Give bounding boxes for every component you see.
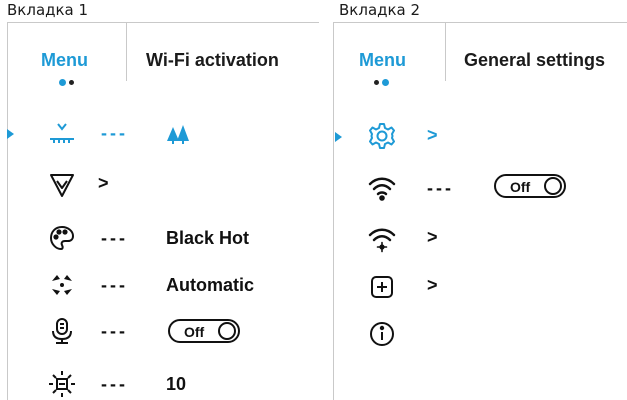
wifi-icon — [368, 174, 396, 202]
value-dashes: --- — [101, 228, 128, 248]
value-dashes: --- — [101, 275, 128, 295]
page-dot-active — [382, 79, 389, 86]
brightness-icon — [48, 370, 76, 398]
header-divider — [126, 23, 127, 81]
toggle-label: Off — [184, 324, 205, 340]
menu-item-calibration[interactable]: --- — [8, 117, 308, 149]
menu-tab-label[interactable]: Menu — [41, 50, 88, 71]
menu-item-info[interactable] — [334, 318, 614, 350]
menu-item-wifi[interactable]: --- Off — [334, 172, 614, 204]
menu-item-palette[interactable]: --- Black Hot — [8, 222, 308, 254]
add-plus-box-icon — [368, 273, 396, 301]
tab1-panel: Menu Wi-Fi activation --- > --- Black Ho… — [7, 22, 319, 400]
filter-funnel-icon — [48, 171, 76, 199]
microphone-toggle[interactable]: Off — [168, 319, 240, 343]
toggle-knob — [544, 177, 562, 195]
microphone-icon — [48, 317, 76, 345]
value-dashes: --- — [101, 374, 128, 394]
chevron-right-icon: > — [98, 173, 109, 193]
menu-item-microphone[interactable]: --- Off — [8, 315, 308, 347]
gear-icon — [368, 122, 396, 150]
page-indicator — [59, 79, 74, 86]
header-divider — [445, 23, 446, 81]
page-indicator — [374, 79, 389, 86]
page-dot-active — [59, 79, 66, 86]
toggle-knob — [218, 322, 236, 340]
general-settings-title[interactable]: General settings — [464, 50, 605, 71]
page-dot — [69, 80, 74, 85]
chevron-right-icon: > — [427, 125, 438, 145]
tab1-caption: Вкладка 1 — [7, 1, 89, 19]
menu-item-add[interactable]: > — [334, 271, 614, 303]
wifi-activation-title[interactable]: Wi-Fi activation — [146, 50, 279, 71]
chevron-right-icon: > — [427, 227, 438, 247]
tab2-caption: Вкладка 2 — [339, 1, 421, 19]
menu-item-wifi-settings[interactable]: > — [334, 223, 614, 255]
toggle-label: Off — [510, 179, 531, 195]
trees-icon — [165, 119, 193, 147]
chevron-right-icon: > — [427, 275, 438, 295]
menu-item-general-settings[interactable]: > — [334, 121, 614, 153]
brightness-value: 10 — [166, 374, 187, 394]
focus-mode-value: Automatic — [166, 275, 255, 295]
tab2-panel: Menu General settings > --- Off > > — [333, 22, 627, 400]
page-dot — [374, 80, 379, 85]
value-dashes: --- — [101, 123, 128, 143]
palette-value: Black Hot — [166, 228, 250, 248]
info-icon — [368, 320, 396, 348]
menu-item-filter[interactable]: > — [8, 169, 308, 201]
value-dashes: --- — [427, 178, 454, 198]
value-dashes: --- — [101, 321, 128, 341]
menu-item-brightness[interactable]: --- 10 — [8, 368, 308, 400]
palette-icon — [48, 224, 76, 252]
menu-tab-label[interactable]: Menu — [359, 50, 406, 71]
wifi-toggle[interactable]: Off — [494, 174, 566, 198]
wifi-settings-icon — [368, 225, 396, 253]
calibration-icon — [48, 119, 76, 147]
focus-mode-icon — [48, 271, 76, 299]
menu-item-focus-mode[interactable]: --- Automatic — [8, 269, 308, 301]
